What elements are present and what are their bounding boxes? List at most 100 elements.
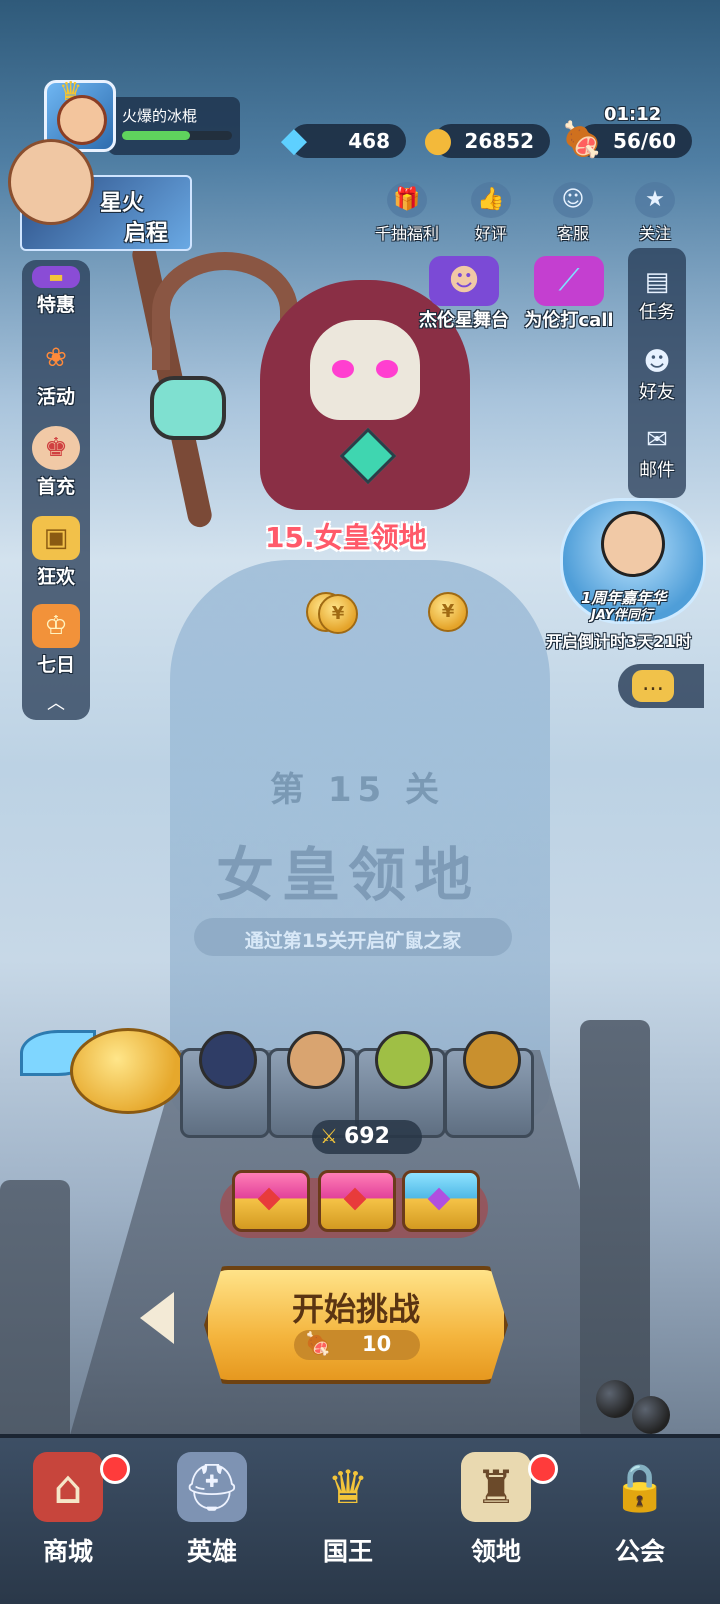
gem-value: 468 (348, 129, 390, 153)
right-menu-label: 好友 (639, 382, 675, 403)
right-menu-item-tasks[interactable]: ▤ 任务 (628, 266, 686, 324)
boss-lantern (150, 376, 226, 440)
left-menu-label: 特惠 (36, 294, 75, 316)
crown-card-icon: ♔ (32, 604, 80, 648)
anniversary-countdown: 开启倒计时3天21时 (546, 632, 692, 651)
stage-name-watermark: 女皇领地 (216, 841, 481, 909)
xp-bar-fill (122, 131, 191, 140)
hero-slot[interactable] (444, 1031, 534, 1138)
left-menu-item-events[interactable]: ❀ 活动 (22, 336, 90, 409)
top-icon-label: 客服 (556, 224, 589, 243)
knight-helmet-icon: ⛑ (177, 1452, 247, 1522)
glowstick-icon: ⟋ (534, 256, 604, 306)
top-icon-support[interactable]: ☺ 客服 (538, 182, 608, 244)
bottom-navigation: ⌂ 商城 ⛑ 英雄 ♛ 国王 ♜ 领地 🔒 公会 (0, 1434, 720, 1604)
notification-badge (528, 1454, 558, 1484)
treasure-chest-icon[interactable] (232, 1170, 310, 1232)
top-icon-label: 关注 (638, 224, 671, 243)
team-power: ⚔ 692 (312, 1120, 422, 1154)
stamina-value: 56/60 (613, 129, 676, 153)
top-icon-review[interactable]: 👍 好评 (456, 182, 526, 244)
lock-icon: 🔒 (611, 1460, 669, 1514)
coin-counter[interactable]: ● 26852 (423, 120, 550, 160)
notification-badge (100, 1454, 130, 1484)
hero-warrior (287, 1031, 345, 1089)
stamina-cost: 🍖 10 (294, 1330, 420, 1360)
boss-eye-right (376, 360, 398, 378)
chat-icon: … (632, 670, 674, 702)
stage-level-watermark: 第 15 关 (270, 770, 445, 810)
bridge-pillar-right (580, 1020, 650, 1440)
treasure-chest-icon: ▣ (32, 516, 80, 560)
stamina-counter[interactable]: 🍖 56/60 (561, 120, 692, 160)
left-menu-label: 狂欢 (36, 566, 75, 588)
boss-eye-left (332, 360, 354, 378)
left-menu-item-special[interactable]: ▬ 特惠 (22, 266, 90, 317)
nav-label: 公会 (614, 1537, 665, 1566)
boss-skull (310, 320, 420, 420)
left-menu-label: 七日 (36, 654, 75, 676)
treasure-chest-icon[interactable] (402, 1170, 480, 1232)
anniversary-bubble[interactable]: 1周年嘉年华 JAY伴同行 (560, 498, 706, 624)
right-menu-item-mail[interactable]: ✉ 邮件 (628, 424, 686, 482)
star-badge-icon: ★ (635, 182, 675, 218)
mail-icon: ✉ (646, 425, 668, 455)
nav-label: 领地 (470, 1537, 521, 1566)
friends-icon: ☻ (643, 347, 671, 377)
promo-line2: 启程 (124, 221, 169, 246)
treasure-chest-icon[interactable] (318, 1170, 396, 1232)
stamina-cost-value: 10 (362, 1332, 392, 1356)
event-cheer[interactable]: ⟋ 为伦打call (516, 256, 622, 332)
celebrity-portrait (601, 511, 665, 577)
castle-icon: ♜ (461, 1452, 531, 1522)
nav-territory[interactable]: ♜ 领地 (436, 1452, 558, 1568)
top-icon-gift[interactable]: 🎁 千抽福利 (372, 182, 442, 244)
start-challenge-button[interactable]: 开始挑战 🍖 10 (204, 1266, 508, 1384)
princess-icon: ♚ (32, 426, 80, 470)
golden-pig-pet[interactable] (20, 1016, 186, 1116)
nav-label: 商城 (42, 1537, 93, 1566)
left-menu-label: 首充 (36, 476, 75, 498)
left-menu-item-seven-days[interactable]: ♔ 七日 (22, 604, 90, 677)
right-menu-label: 任务 (639, 302, 675, 323)
hero-miner (463, 1031, 521, 1089)
pig-body (70, 1028, 186, 1114)
hero-ninja (199, 1031, 257, 1089)
nav-shop[interactable]: ⌂ 商城 (8, 1452, 130, 1568)
stamina-timer: 01:12 (604, 104, 662, 125)
left-menu-item-carnival[interactable]: ▣ 狂欢 (22, 516, 90, 589)
stage-avatar-icon: ☻ (429, 256, 499, 306)
avatar-face (57, 95, 107, 145)
player-info-panel[interactable]: 火爆的冰棍 (108, 97, 240, 155)
gem-counter[interactable]: ◆ 468 (281, 120, 406, 160)
banner-icon: ▬ (32, 266, 80, 288)
sword-icon: ⚔ (320, 1124, 338, 1148)
arrow-left-icon (140, 1292, 174, 1344)
hero-portrait (8, 139, 94, 225)
player-name: 火爆的冰棍 (122, 107, 198, 125)
top-icon-label: 千抽福利 (374, 224, 439, 243)
cannonball (596, 1380, 634, 1418)
nav-heroes[interactable]: ⛑ 英雄 (152, 1452, 272, 1568)
unlock-hint-text: 通过第15关开启矿鼠之家 (244, 930, 462, 952)
top-icon-follow[interactable]: ★ 关注 (620, 182, 690, 244)
coin-icon: ● (423, 120, 453, 160)
chat-button[interactable]: … (618, 664, 704, 708)
coin-value: 26852 (464, 129, 534, 153)
coin-pickup[interactable]: ¥ (318, 594, 358, 634)
chevron-up-icon[interactable]: ︿ (22, 688, 90, 720)
gift-icon: 🎁 (387, 182, 427, 218)
right-menu-item-friends[interactable]: ☻ 好友 (628, 346, 686, 404)
nav-guild[interactable]: 🔒 公会 (580, 1452, 700, 1568)
event-jay-stage[interactable]: ☻ 杰伦星舞台 (412, 256, 516, 332)
starfire-promo-banner[interactable]: 星火 启程 (8, 139, 192, 251)
unlock-hint: 通过第15关开启矿鼠之家 (194, 918, 512, 956)
coin-pickup[interactable]: ¥ (428, 592, 468, 632)
start-challenge-label: 开始挑战 (291, 1290, 420, 1328)
left-menu-item-first-recharge[interactable]: ♚ 首充 (22, 426, 90, 499)
nav-label: 国王 (322, 1537, 373, 1566)
previous-stage-button[interactable] (140, 1292, 184, 1348)
stage-title[interactable]: 15.女皇领地 (265, 516, 427, 556)
hero-slot[interactable] (180, 1031, 270, 1138)
nav-king[interactable]: ♛ 国王 (288, 1452, 408, 1568)
